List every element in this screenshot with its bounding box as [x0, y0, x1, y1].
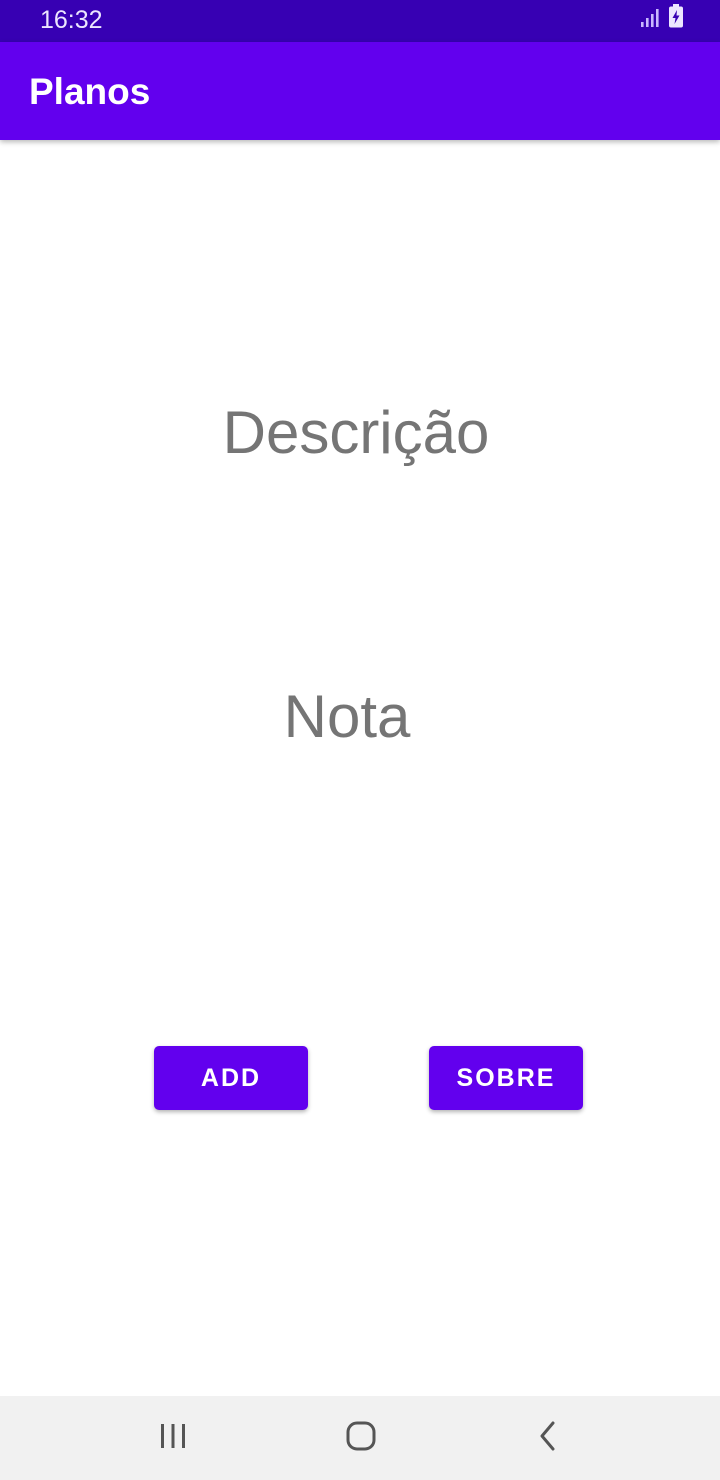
- battery-charging-icon: [668, 4, 684, 33]
- navigation-bar: [0, 1396, 720, 1480]
- app-bar: Planos: [0, 42, 720, 140]
- back-button[interactable]: [523, 1414, 573, 1462]
- back-icon: [538, 1421, 558, 1456]
- recents-icon: [159, 1423, 187, 1454]
- about-button[interactable]: SOBRE: [429, 1046, 583, 1110]
- description-label: Descrição: [222, 399, 490, 466]
- app-screen: 16:32 Planos Descrição Nota ADD SOBRE: [0, 0, 720, 1480]
- home-icon: [346, 1421, 376, 1456]
- add-button[interactable]: ADD: [154, 1046, 308, 1110]
- status-bar: 16:32: [0, 0, 720, 42]
- status-time: 16:32: [40, 6, 103, 34]
- signal-icon: [640, 8, 660, 33]
- home-button[interactable]: [336, 1414, 386, 1462]
- recents-button[interactable]: [148, 1414, 198, 1462]
- note-label: Nota: [283, 683, 411, 750]
- status-icons: [640, 4, 684, 33]
- app-title: Planos: [29, 71, 151, 112]
